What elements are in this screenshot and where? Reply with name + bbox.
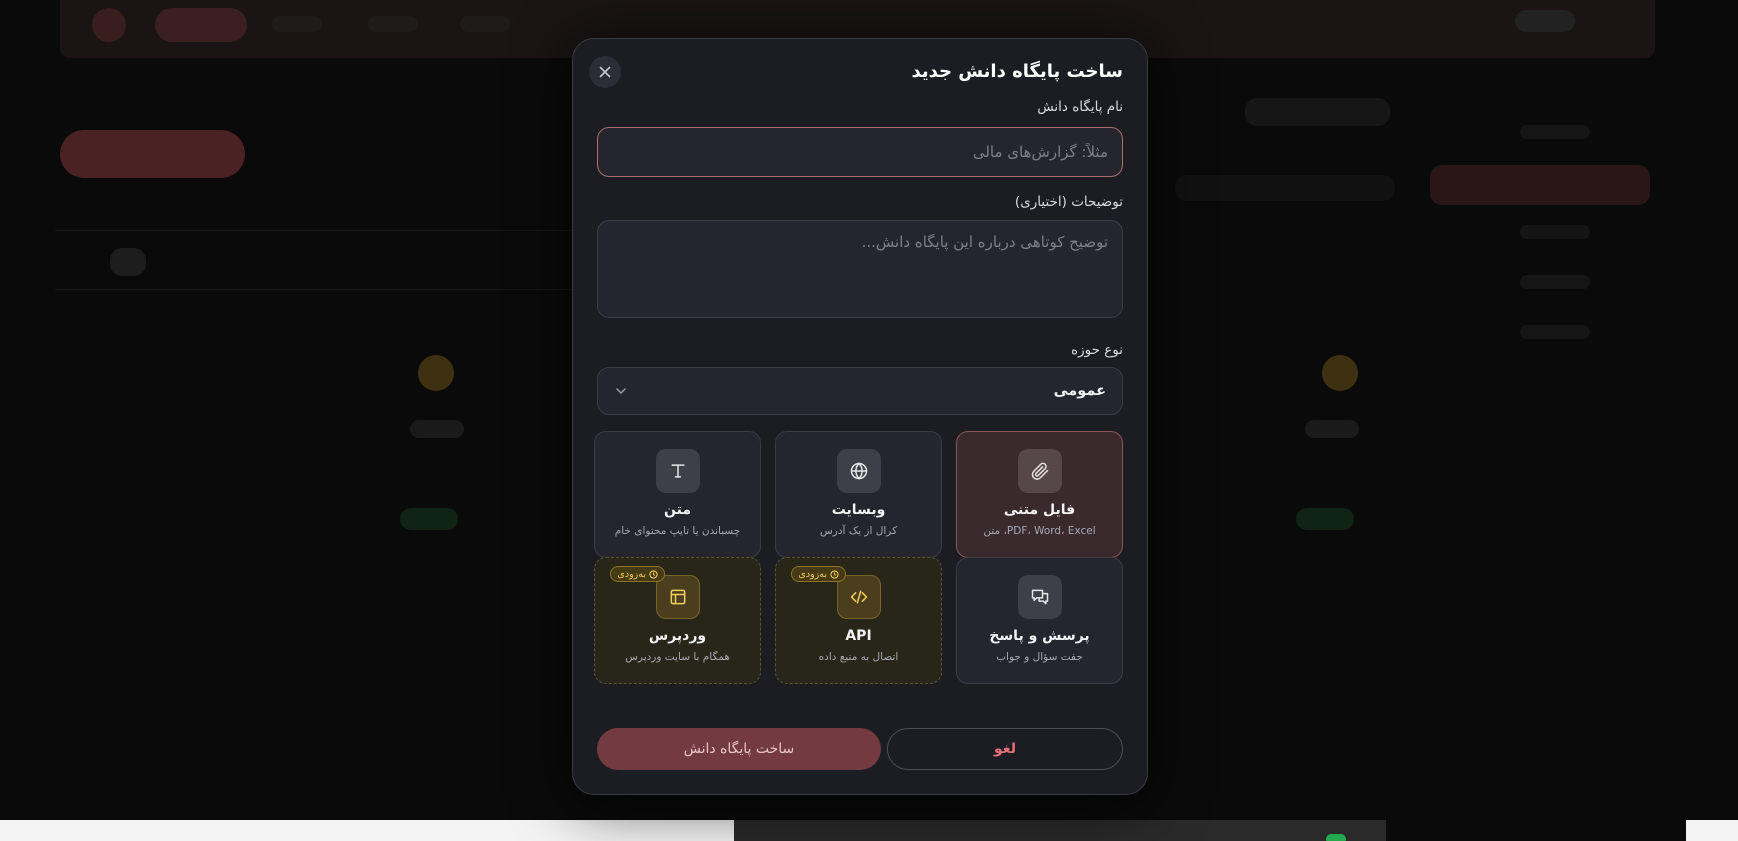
- background-sidebar-item: [1520, 275, 1590, 289]
- chat-icon: [1017, 575, 1062, 619]
- source-card-subtitle: همگام با سایت وردپرس: [625, 651, 730, 663]
- source-card-title: پرسش و پاسخ: [989, 628, 1090, 644]
- modal-title: ساخت پایگاه دانش جدید: [911, 61, 1123, 82]
- background-page-title: [1245, 98, 1390, 126]
- background-nav-item: [368, 16, 418, 32]
- coming-soon-label: به‌زودی: [798, 568, 827, 580]
- create-knowledge-base-modal: ساخت پایگاه دانش جدید نام پایگاه دانش تو…: [572, 38, 1148, 795]
- close-button[interactable]: [589, 56, 621, 88]
- source-card-title: فایل متنی: [1003, 502, 1076, 518]
- name-input[interactable]: [597, 127, 1123, 177]
- background-create-button: [60, 130, 245, 178]
- source-card-subtitle: چسباندن یا تایپ محتوای خام: [614, 525, 741, 537]
- source-card-api[interactable]: به‌زودی API اتصال به منبع داده: [775, 557, 942, 684]
- background-search: [1175, 175, 1395, 201]
- close-icon: [599, 66, 611, 78]
- source-card-subtitle: کرال از یک آدرس: [819, 525, 898, 537]
- background-card-icon: [418, 355, 454, 391]
- source-card-title: متن: [664, 502, 691, 518]
- source-card-website[interactable]: وبسایت کرال از یک آدرس: [775, 431, 942, 558]
- chevron-down-icon: [614, 384, 628, 398]
- source-card-title: API: [845, 628, 872, 644]
- background-card-badge: [1296, 508, 1354, 530]
- clock-icon: [830, 569, 839, 579]
- background-sidebar-item: [1520, 225, 1590, 239]
- background-card-title: [410, 420, 464, 438]
- source-card-subtitle: PDF، Word، Excel، متن: [983, 525, 1096, 537]
- create-knowledge-base-button[interactable]: ساخت پایگاه دانش: [597, 728, 881, 770]
- background-user: [1515, 10, 1575, 32]
- text-icon: [655, 449, 700, 493]
- background-nav-item: [272, 16, 322, 32]
- background-sidebar: [1420, 110, 1660, 370]
- paperclip-icon: [1017, 449, 1062, 493]
- source-card-file[interactable]: فایل متنی PDF، Word، Excel، متن: [956, 431, 1123, 558]
- background-nav-active: [155, 8, 247, 42]
- status-indicator: [1326, 834, 1346, 841]
- description-input[interactable]: [597, 220, 1123, 318]
- background-sidebar-item-active: [1430, 165, 1650, 205]
- source-card-text[interactable]: متن چسباندن یا تایپ محتوای خام: [594, 431, 761, 558]
- taskbar-window: [734, 820, 1386, 841]
- background-card-icon: [1322, 355, 1358, 391]
- background-card-title: [1305, 420, 1359, 438]
- code-icon: [836, 575, 881, 619]
- name-label: نام پایگاه دانش: [1037, 99, 1123, 115]
- source-card-title: وردپرس: [648, 628, 707, 644]
- source-card-title: وبسایت: [831, 502, 886, 518]
- coming-soon-badge: به‌زودی: [791, 566, 846, 582]
- globe-icon: [836, 449, 881, 493]
- source-card-qa[interactable]: پرسش و پاسخ جفت سؤال و جواب: [956, 557, 1123, 684]
- background-sidebar-item: [1520, 325, 1590, 339]
- source-card-wordpress[interactable]: به‌زودی وردپرس همگام با سایت وردپرس: [594, 557, 761, 684]
- source-type-grid: فایل متنی PDF، Word، Excel، متن وبسایت ک…: [594, 431, 1123, 697]
- cancel-button[interactable]: لغو: [887, 728, 1123, 770]
- background-filter-icon: [110, 248, 146, 276]
- background-sidebar-item: [1520, 125, 1590, 139]
- domain-select-value: عمومی: [1053, 383, 1106, 399]
- layout-icon: [655, 575, 700, 619]
- taskbar-area: [1386, 820, 1686, 841]
- source-card-subtitle: جفت سؤال و جواب: [996, 651, 1083, 663]
- domain-label: نوع حوزه: [1071, 342, 1123, 358]
- coming-soon-label: به‌زودی: [617, 568, 646, 580]
- description-label: توضیحات (اختیاری): [1014, 194, 1123, 210]
- clock-icon: [649, 569, 658, 579]
- coming-soon-badge: به‌زودی: [610, 566, 665, 582]
- source-card-subtitle: اتصال به منبع داده: [818, 651, 899, 663]
- background-logo: [92, 8, 126, 42]
- background-nav-item: [460, 16, 510, 32]
- domain-select[interactable]: عمومی: [597, 367, 1123, 415]
- background-card-badge: [400, 508, 458, 530]
